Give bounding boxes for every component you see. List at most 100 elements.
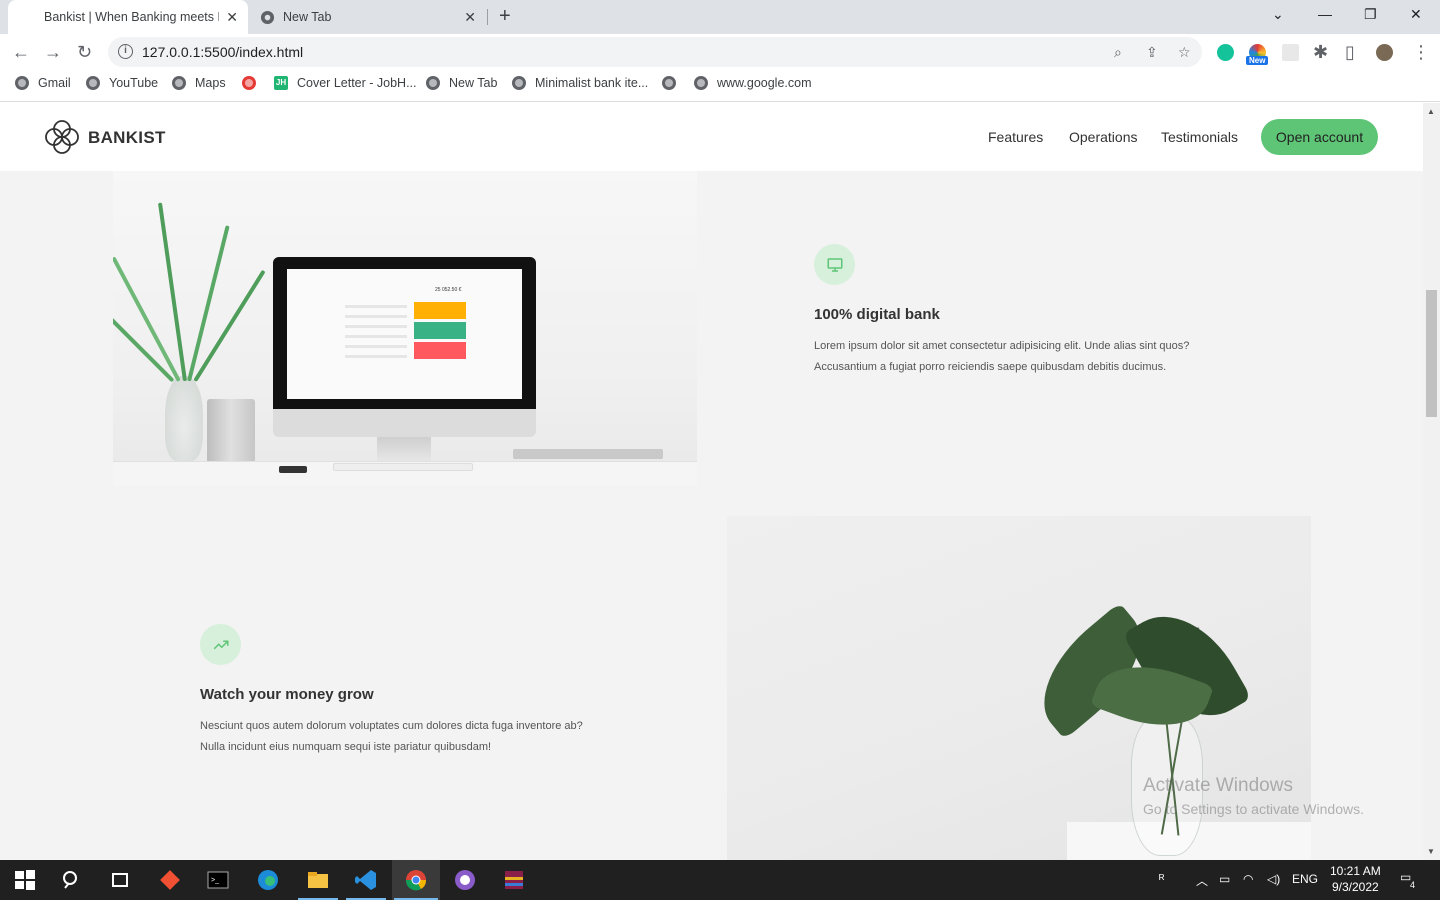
restore-button[interactable]: ❐ (1364, 6, 1377, 23)
digital-bank-image: 25 052.50 € (113, 171, 697, 485)
monitor-stand (377, 437, 431, 461)
clock-time: 10:21 AM (1330, 864, 1381, 878)
volume-icon[interactable]: ◁) (1267, 872, 1280, 886)
activate-windows-title: Activate Windows (1143, 775, 1293, 796)
task-view-icon[interactable] (108, 868, 132, 892)
zoom-icon[interactable]: ⌕ (1114, 44, 1122, 61)
reload-icon[interactable]: ↻ (77, 42, 92, 63)
tray-chevron-icon[interactable]: ︿ (1196, 872, 1208, 889)
git-icon[interactable] (158, 868, 182, 892)
windows-taskbar: >_ ᴿ ︿ ▭ ◠ ◁) ENG 10:21 AM 9/3/2022 ▭ 4 (0, 860, 1440, 900)
url-text: 127.0.0.1:5500/index.html (142, 44, 304, 60)
share-icon[interactable]: ⇪ (1146, 44, 1158, 61)
nav-link-testimonials[interactable]: Testimonials (1161, 129, 1238, 145)
vase-graphic (165, 376, 203, 461)
back-icon[interactable]: ← (12, 42, 30, 63)
laptop-graphic (513, 449, 663, 459)
close-window-button[interactable]: ✕ (1410, 6, 1422, 23)
nav-link-features[interactable]: Features (988, 129, 1043, 145)
page-viewport: BANKIST Features Operations Testimonials… (0, 103, 1423, 860)
winrar-icon[interactable] (502, 868, 526, 892)
windows-start-icon[interactable] (13, 868, 37, 892)
forward-icon[interactable]: → (44, 42, 62, 63)
people-icon[interactable]: ᴿ (1159, 872, 1164, 886)
grammarly-icon[interactable] (1217, 44, 1234, 61)
close-icon[interactable]: ✕ (226, 9, 238, 26)
jobhire-icon: JH (274, 76, 288, 90)
menu-icon[interactable]: ⋮ (1412, 42, 1430, 63)
monitor-bezel: 25 052.50 € (273, 257, 536, 409)
tab-search-icon[interactable]: ⌄ (1272, 6, 1284, 23)
bookmark-maps[interactable]: Maps (172, 76, 226, 90)
monitor-graphic: 25 052.50 € (273, 257, 536, 461)
globe-icon (15, 76, 29, 90)
monitor-screen: 25 052.50 € (287, 269, 522, 399)
scrollbar-thumb[interactable] (1426, 290, 1437, 417)
mini-row (345, 345, 407, 348)
site-info-icon[interactable]: i (118, 44, 133, 59)
bookmark-youtube[interactable]: YouTube (86, 76, 158, 90)
bookmark-star-icon[interactable]: ☆ (1178, 44, 1191, 61)
tab-strip: Bankist | When Banking meets Minimalist … (0, 0, 1440, 34)
language-indicator[interactable]: ENG (1292, 872, 1318, 886)
feature-text-line: Lorem ipsum dolor sit amet consectetur a… (814, 340, 1190, 352)
bookmark-minimalist-bank[interactable]: Minimalist bank ite... (512, 76, 648, 90)
feature-title: Watch your money grow (200, 686, 374, 703)
mini-card-loan (414, 322, 466, 339)
scroll-up-icon[interactable]: ▲ (1427, 107, 1435, 116)
bookmark-cover-letter[interactable]: JH Cover Letter - JobH... (274, 76, 417, 90)
tab-new-tab[interactable]: New Tab ✕ (250, 0, 486, 34)
network-icon[interactable]: ◠ (1243, 872, 1253, 886)
search-icon[interactable] (60, 868, 84, 892)
clock-date: 9/3/2022 (1331, 880, 1379, 894)
tab-title: Bankist | When Banking meets Minimalist (44, 10, 219, 24)
bookmark-globe[interactable] (662, 76, 685, 90)
site-navbar: BANKIST Features Operations Testimonials… (0, 103, 1423, 171)
monitor-balance: 25 052.50 € (435, 287, 462, 293)
globe-icon (86, 76, 100, 90)
bankist-logo-icon (45, 120, 79, 154)
notifications-count: 4 (1410, 880, 1416, 890)
chrome-icon[interactable] (404, 868, 428, 892)
puzzle-icon[interactable]: ✱ (1313, 42, 1328, 63)
mini-row (345, 325, 407, 328)
terminal-icon[interactable]: >_ (206, 868, 230, 892)
page-scrollbar[interactable]: ▲ ▼ (1423, 103, 1440, 860)
minimize-button[interactable]: — (1318, 6, 1332, 22)
tab-separator (487, 9, 488, 25)
close-icon[interactable]: ✕ (464, 9, 476, 26)
bookmarks-bar: Gmail YouTube Maps JH Cover Letter - JobH… (0, 70, 1440, 102)
nav-link-operations[interactable]: Operations (1069, 129, 1137, 145)
bookmark-gmail[interactable]: Gmail (15, 76, 71, 90)
github-desktop-icon[interactable] (453, 868, 477, 892)
open-account-button[interactable]: Open account (1261, 119, 1378, 155)
monitor-icon (814, 244, 855, 285)
bookmark-red[interactable] (242, 76, 265, 90)
mini-card-close (414, 342, 466, 359)
new-tab-button[interactable]: + (499, 5, 511, 27)
svg-text:>_: >_ (211, 877, 219, 884)
feature-text: Lorem ipsum dolor sit amet consectetur a… (814, 336, 1234, 378)
feature-text-line: Nulla incidunt eius numquam sequi iste p… (200, 741, 492, 753)
vscode-icon[interactable] (354, 868, 378, 892)
globe-icon (694, 76, 708, 90)
red-favicon-icon (242, 76, 256, 90)
battery-icon[interactable]: ▭ (1219, 872, 1230, 886)
favicon-icon (22, 10, 36, 24)
globe-icon (426, 76, 440, 90)
tab-bankist[interactable]: Bankist | When Banking meets Minimalist … (8, 0, 248, 34)
scroll-down-icon[interactable]: ▼ (1427, 847, 1435, 856)
bookmark-google[interactable]: www.google.com (694, 76, 812, 90)
address-bar[interactable]: i 127.0.0.1:5500/index.html ⌕ ⇪ ☆ (108, 37, 1202, 67)
clock[interactable]: 10:21 AM 9/3/2022 (1330, 863, 1381, 895)
mini-row (345, 355, 407, 358)
logo-text: BANKIST (88, 128, 166, 147)
bookmark-new-tab[interactable]: New Tab (426, 76, 497, 90)
edge-icon[interactable] (256, 868, 280, 892)
mini-row (345, 315, 407, 318)
side-panel-icon[interactable]: ▯ (1345, 42, 1355, 63)
extension-icon[interactable] (1282, 44, 1299, 61)
file-explorer-icon[interactable] (306, 868, 330, 892)
avatar[interactable] (1376, 44, 1393, 61)
feature-title: 100% digital bank (814, 306, 940, 323)
